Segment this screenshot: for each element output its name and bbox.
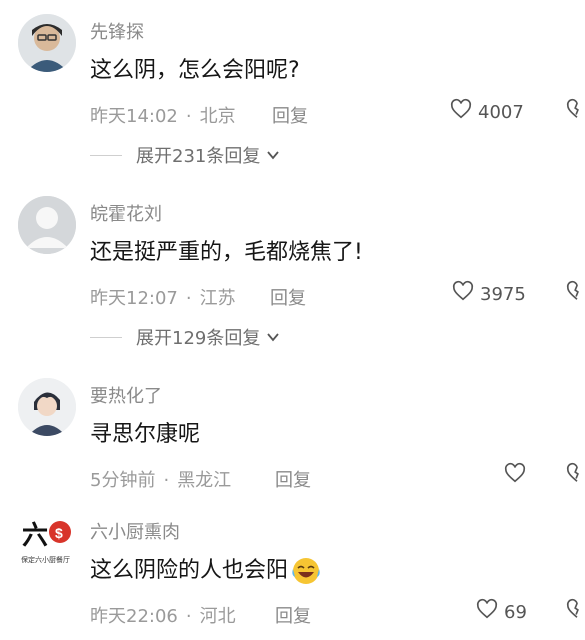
comment-time: 昨天12:07 xyxy=(90,288,178,309)
broken-heart-icon[interactable] xyxy=(566,598,585,620)
svg-text:六: 六 xyxy=(22,521,48,550)
comment-item: 先锋探 这么阴，怎么会阳呢? 昨天14:02 · 北京 回复 4007 展开231条… xyxy=(0,8,585,178)
avatar[interactable]: 六 $ 保定六小厨餐厅 xyxy=(18,514,76,572)
separator: · xyxy=(185,606,192,627)
separator: · xyxy=(185,288,192,309)
chevron-down-icon xyxy=(267,333,280,342)
username[interactable]: 六小厨熏肉 xyxy=(90,518,180,544)
comment-text-label: 这么阴险的人也会阳 xyxy=(90,558,289,583)
reply-button[interactable]: 回复 xyxy=(272,102,308,128)
username[interactable]: 皖霍花刘 xyxy=(90,200,162,226)
expand-replies-label: 展开129条回复 xyxy=(136,328,261,349)
heart-outline-icon[interactable] xyxy=(452,280,474,302)
like-count: 69 xyxy=(504,602,527,623)
comment-item: 六 $ 保定六小厨餐厅 六小厨熏肉 这么阴险的人也会阳 昨天22:06 · 河北 回… xyxy=(0,508,585,640)
comment-meta: 昨天22:06 · 河北 xyxy=(90,602,236,628)
broken-heart-icon[interactable] xyxy=(566,462,585,484)
reply-button[interactable]: 回复 xyxy=(275,602,311,628)
comment-meta: 5分钟前 · 黑龙江 xyxy=(90,466,231,492)
comment-time: 5分钟前 xyxy=(90,470,156,491)
expand-replies-button[interactable]: 展开231条回复 xyxy=(90,142,280,168)
svg-text:保定六小厨餐厅: 保定六小厨餐厅 xyxy=(21,555,70,564)
comment-time: 昨天22:06 xyxy=(90,606,178,627)
broken-heart-icon[interactable] xyxy=(566,98,585,120)
heart-outline-icon[interactable] xyxy=(450,98,472,120)
svg-text:$: $ xyxy=(55,525,63,541)
separator: · xyxy=(163,470,170,491)
comment-location: 黑龙江 xyxy=(177,470,232,491)
like-count: 4007 xyxy=(478,102,524,123)
broken-heart-icon[interactable] xyxy=(566,280,585,302)
comment-item: 皖霍花刘 还是挺严重的，毛都烧焦了! 昨天12:07 · 江苏 回复 3975 展开… xyxy=(0,190,585,360)
comment-location: 北京 xyxy=(199,106,236,127)
heart-outline-icon[interactable] xyxy=(476,598,498,620)
comment-location: 江苏 xyxy=(199,288,236,309)
comment-time: 昨天14:02 xyxy=(90,106,178,127)
comment-location: 河北 xyxy=(199,606,236,627)
avatar[interactable] xyxy=(18,14,76,72)
divider-line xyxy=(90,154,122,156)
avatar[interactable] xyxy=(18,378,76,436)
like-count: 3975 xyxy=(480,284,526,305)
comment-text: 这么阴，怎么会阳呢? xyxy=(90,58,300,83)
comment-meta: 昨天14:02 · 北京 xyxy=(90,102,236,128)
expand-replies-button[interactable]: 展开129条回复 xyxy=(90,324,280,350)
comment-text: 还是挺严重的，毛都烧焦了! xyxy=(90,240,363,265)
comment-meta: 昨天12:07 · 江苏 xyxy=(90,284,236,310)
comment-text: 这么阴险的人也会阳 xyxy=(90,552,322,587)
expand-replies-label: 展开231条回复 xyxy=(136,146,261,167)
reply-button[interactable]: 回复 xyxy=(275,466,311,492)
heart-outline-icon[interactable] xyxy=(504,462,526,484)
username[interactable]: 先锋探 xyxy=(90,18,144,44)
comment-text: 寻思尔康呢 xyxy=(90,422,201,447)
comment-item: 要热化了 寻思尔康呢 5分钟前 · 黑龙江 回复 xyxy=(0,372,585,502)
avatar[interactable] xyxy=(18,196,76,254)
laughing-tears-emoji-icon xyxy=(292,558,320,584)
chevron-down-icon xyxy=(267,151,280,160)
divider-line xyxy=(90,336,122,338)
username[interactable]: 要热化了 xyxy=(90,382,162,408)
separator: · xyxy=(185,106,192,127)
reply-button[interactable]: 回复 xyxy=(270,284,306,310)
